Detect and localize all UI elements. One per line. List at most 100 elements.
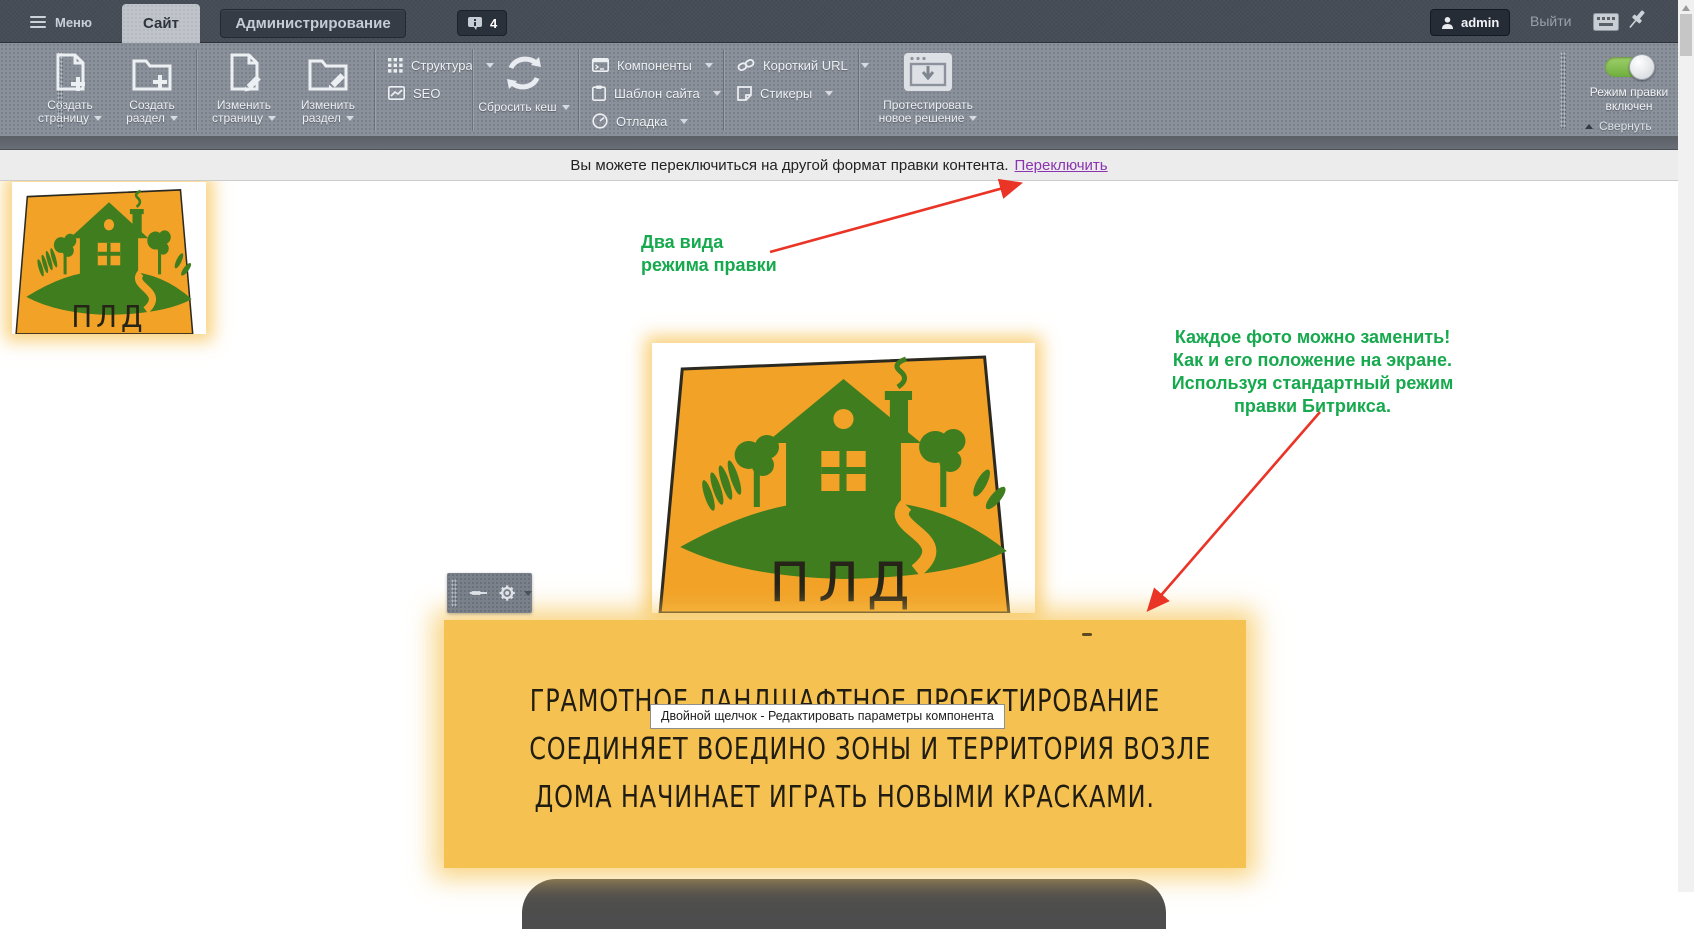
chevron-down-icon	[562, 105, 570, 110]
toolbar-separator	[472, 49, 474, 131]
site-template-label: Шаблон сайта	[614, 86, 700, 101]
annotation-photo-replace: Каждое фото можно заменить! Как и его по…	[1115, 326, 1510, 418]
debug-label: Отладка	[616, 114, 667, 129]
edit-folder-icon	[306, 51, 350, 93]
annotation-edit-modes: Два вида режима правки	[641, 231, 777, 277]
menu-label: Меню	[55, 15, 92, 30]
landscape-logo-art: ПЛД	[652, 343, 1035, 613]
menu-button[interactable]: Меню	[30, 10, 92, 34]
short-url-button[interactable]: Короткий URL	[737, 54, 869, 76]
stickers-button[interactable]: Стикеры	[737, 82, 833, 104]
seo-button[interactable]: SEO	[388, 82, 440, 104]
clipboard-icon	[592, 85, 606, 101]
tab-site[interactable]: Сайт	[122, 4, 200, 43]
annotation-line: Каждое фото можно заменить!	[1115, 326, 1510, 349]
logout-link[interactable]: Выйти	[1530, 13, 1571, 29]
annotation-line: правки Битрикса.	[1115, 395, 1510, 418]
user-icon	[1441, 16, 1454, 29]
toolbar-shadow	[0, 136, 1678, 150]
logo-image-small[interactable]: ПЛД	[12, 182, 206, 334]
component-drag-handle[interactable]	[451, 579, 457, 607]
admin-user-button[interactable]: admin	[1430, 9, 1510, 36]
edit-page-icon	[223, 51, 265, 93]
browser-download-icon	[898, 51, 958, 93]
structure-label: Структура	[411, 58, 473, 73]
link-icon	[737, 58, 755, 72]
info-bubble-icon	[467, 16, 483, 31]
components-button[interactable]: Компоненты	[592, 54, 713, 76]
gauge-icon	[592, 113, 608, 129]
chevron-down-icon	[346, 116, 354, 121]
components-label: Компоненты	[617, 58, 692, 73]
short-url-label: Короткий URL	[763, 58, 848, 73]
notifications-badge[interactable]: 4	[457, 10, 507, 36]
chevron-down-icon	[705, 63, 713, 68]
test-solution-button[interactable]: Протестировать новое решение	[868, 51, 988, 135]
chevron-down-icon[interactable]	[524, 591, 532, 596]
tooltip-text: Двойной щелчок - Редактировать параметры…	[661, 709, 994, 723]
toolbar-separator	[196, 49, 198, 131]
component-pin-icon[interactable]	[467, 586, 487, 600]
switch-format-link[interactable]: Переключить	[1015, 157, 1108, 174]
pin-icon[interactable]	[1626, 8, 1648, 34]
scrollbar-up-arrow[interactable]	[1682, 5, 1690, 11]
edit-page-label: Изменить страницу	[212, 98, 271, 125]
test-solution-label: Протестировать новое решение	[879, 98, 973, 125]
keyboard-icon[interactable]	[1593, 13, 1619, 31]
stickers-label: Стикеры	[760, 86, 812, 101]
hamburger-icon	[30, 16, 46, 28]
top-bar: Меню Сайт Администрирование 4 admin Выйт…	[0, 0, 1678, 43]
chevron-down-icon	[170, 116, 178, 121]
component-mini-toolbar	[447, 573, 532, 613]
tab-administration[interactable]: Администрирование	[220, 9, 406, 38]
banner-line: ДОМА НАЧИНАЕТ ИГРАТЬ НОВЫМИ КРАСКАМИ.	[535, 780, 1155, 815]
annotation-line: Используя стандартный режим	[1115, 372, 1510, 395]
tab-site-label: Сайт	[143, 15, 179, 32]
arrow-to-switch-link	[770, 184, 1018, 252]
slogan-banner[interactable]: ГРАМОТНОЕ ЛАНДШАФТНОЕ ПРОЕКТИРОВАНИЕ СОЕ…	[444, 620, 1246, 868]
chevron-down-icon	[713, 91, 721, 96]
chevron-down-icon	[680, 119, 688, 124]
create-page-button[interactable]: Создать страницу	[30, 51, 110, 135]
edit-page-button[interactable]: Изменить страницу	[202, 51, 286, 135]
page-bottom-nav[interactable]	[522, 879, 1166, 929]
toolbar-separator	[723, 49, 725, 131]
logo-image-large[interactable]: ПЛД	[652, 343, 1035, 613]
banner-line: СОЕДИНЯЕТ ВОЕДИНО ЗОНЫ И ТЕРРИТОРИЯ ВОЗЛ…	[529, 732, 1211, 767]
seo-chart-icon	[388, 86, 405, 100]
toolbar-separator	[858, 49, 860, 131]
grid-icon	[388, 58, 403, 73]
edit-mode-label: Режим правки включен	[1566, 85, 1692, 113]
sticker-icon	[737, 86, 752, 101]
edit-mode-toggle[interactable]	[1605, 57, 1653, 77]
edit-toolbar: Создать страницу Создать раздел Изменить…	[0, 43, 1678, 136]
annotation-line: режима правки	[641, 254, 777, 277]
create-page-label: Создать страницу	[38, 98, 93, 125]
collapse-label: Свернуть	[1599, 119, 1652, 133]
toolbar-separator	[578, 49, 580, 131]
admin-user-label: admin	[1461, 15, 1499, 30]
seo-label: SEO	[413, 86, 440, 101]
site-template-button[interactable]: Шаблон сайта	[592, 82, 721, 104]
component-settings-gear-icon[interactable]	[498, 583, 516, 603]
chevron-down-icon	[94, 116, 102, 121]
reset-cache-button[interactable]: Сбросить кеш	[478, 51, 570, 135]
create-section-button[interactable]: Создать раздел	[112, 51, 192, 135]
logo-caption: ПЛД	[71, 299, 146, 334]
toggle-knob	[1629, 54, 1655, 80]
notifications-count: 4	[490, 16, 497, 31]
scrollbar-thumb[interactable]	[1680, 14, 1692, 56]
new-page-icon	[49, 51, 91, 93]
component-anchor-mark	[1082, 633, 1092, 636]
toolbar-separator	[374, 49, 376, 131]
arrow-to-banner	[1150, 412, 1320, 608]
collapse-button[interactable]: Свернуть	[1585, 119, 1652, 133]
edit-component-tooltip: Двойной щелчок - Редактировать параметры…	[650, 704, 1005, 729]
edit-section-button[interactable]: Изменить раздел	[288, 51, 368, 135]
chevron-down-icon	[825, 91, 833, 96]
vertical-scrollbar	[1678, 0, 1694, 892]
tab-administration-label: Администрирование	[235, 15, 390, 32]
create-section-label: Создать раздел	[126, 98, 175, 125]
annotation-line: Как и его положение на экране.	[1115, 349, 1510, 372]
debug-button[interactable]: Отладка	[592, 110, 688, 132]
